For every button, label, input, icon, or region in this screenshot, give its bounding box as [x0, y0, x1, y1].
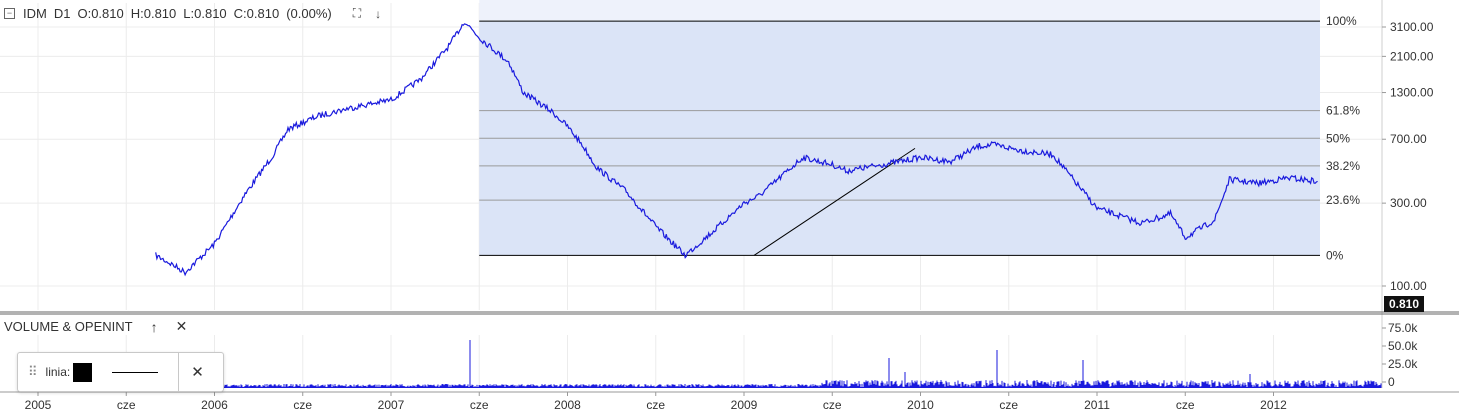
change-value: (0.00%): [286, 6, 332, 21]
chart-root[interactable]: 138.2%100%61.8%50%38.2%23.6%0%3100.00210…: [0, 0, 1459, 414]
arrow-up-icon[interactable]: ↑: [151, 319, 158, 335]
time-axis-label: cze: [117, 398, 136, 412]
color-swatch[interactable]: [73, 362, 93, 382]
volume-axis-label: 0: [1388, 375, 1395, 389]
high-value: H:0.810: [130, 6, 177, 21]
price-axis-label: 3100.00: [1390, 20, 1434, 34]
time-axis-label: cze: [823, 398, 842, 412]
time-axis-label: 2009: [731, 398, 758, 412]
time-axis-label: 2005: [25, 398, 52, 412]
time-axis-label: 2008: [554, 398, 581, 412]
fib-level-label: 50%: [1326, 131, 1350, 145]
time-axis-label: 2006: [201, 398, 228, 412]
time-axis-label: 2012: [1260, 398, 1287, 412]
open-value: O:0.810: [77, 6, 124, 21]
volume-axis-label: 25.0k: [1388, 357, 1418, 371]
line-style-sample[interactable]: [112, 371, 159, 373]
volume-panel-title: VOLUME & OPENINT: [4, 319, 133, 334]
time-axis-label: 2010: [907, 398, 934, 412]
fib-level-label: 100%: [1326, 14, 1357, 28]
drawing-legend[interactable]: ⠿ linia: ✕: [17, 352, 224, 392]
close-icon[interactable]: ✕: [191, 363, 204, 381]
ohlc-header: − IDM D1 O:0.810 H:0.810 L:0.810 C:0.810…: [4, 6, 381, 21]
fib-level-label: 61.8%: [1326, 104, 1360, 118]
price-axis-label: 1300.00: [1390, 86, 1434, 100]
legend-divider: [178, 353, 180, 391]
drag-handle-icon[interactable]: ⠿: [28, 364, 37, 380]
interval-label: D1: [53, 6, 71, 21]
close-icon[interactable]: ✕: [176, 318, 188, 335]
time-axis-label: cze: [293, 398, 312, 412]
time-axis-label: cze: [999, 398, 1018, 412]
time-axis-label: cze: [1176, 398, 1195, 412]
fullscreen-icon[interactable]: ⛶: [353, 6, 361, 21]
time-axis-label: cze: [646, 398, 665, 412]
volume-axis-label: 50.0k: [1388, 339, 1418, 353]
fib-level-label: 0%: [1326, 248, 1344, 262]
price-axis-label: 100.00: [1390, 279, 1427, 293]
collapse-icon[interactable]: −: [4, 8, 15, 19]
low-value: L:0.810: [183, 6, 227, 21]
price-axis-label: 2100.00: [1390, 49, 1434, 63]
price-axis-label: 700.00: [1390, 132, 1427, 146]
fib-zone-upper: [479, 0, 1320, 22]
close-value: C:0.810: [233, 6, 280, 21]
volume-panel-header: VOLUME & OPENINT ↑ ✕: [4, 318, 187, 335]
fib-level-label: 23.6%: [1326, 193, 1360, 207]
symbol-label: IDM: [23, 6, 47, 21]
price-axis-label: 300.00: [1390, 196, 1427, 210]
download-icon[interactable]: ↓: [375, 7, 381, 21]
time-axis-label: 2007: [378, 398, 405, 412]
time-axis-label: cze: [470, 398, 489, 412]
fib-level-label: 38.2%: [1326, 159, 1360, 173]
time-axis-label: 2011: [1084, 398, 1110, 412]
line-style-label: linia:: [45, 365, 71, 379]
volume-axis-label: 75.0k: [1388, 321, 1418, 335]
last-price-badge: 0.810: [1384, 296, 1424, 312]
